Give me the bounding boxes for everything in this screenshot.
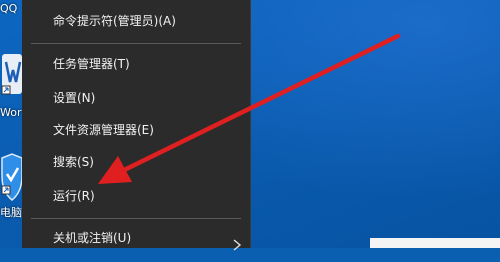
desktop-icon-strip: QQ Wor 电脑 — [0, 0, 24, 248]
desktop-icon-label-qq[interactable]: QQ — [0, 2, 17, 15]
desktop-icon-label-pc[interactable]: 电脑 — [0, 204, 22, 220]
menu-separator — [31, 218, 241, 219]
menu-item-search[interactable]: 搜索(S) — [22, 147, 250, 177]
menu-item-shutdown[interactable]: 关机或注销(U) — [22, 223, 250, 253]
menu-item-cmd-admin[interactable]: 命令提示符(管理员)(A) — [22, 6, 250, 36]
desktop-icon-label-word[interactable]: Wor — [0, 106, 21, 119]
menu-separator — [31, 43, 241, 44]
menu-item-task-manager[interactable]: 任务管理器(T) — [22, 49, 250, 79]
chevron-right-icon — [232, 232, 242, 251]
menu-item-file-explorer[interactable]: 文件资源管理器(E) — [22, 115, 250, 145]
menu-item-settings[interactable]: 设置(N) — [22, 83, 250, 113]
winx-context-menu: 命令提示符(管理员)(A) 任务管理器(T) 设置(N) 文件资源管理器(E) … — [22, 0, 251, 251]
menu-item-run[interactable]: 运行(R) — [22, 181, 250, 211]
pc-manager-icon[interactable] — [0, 152, 23, 202]
window-edge-strip — [370, 238, 500, 248]
menu-item-shutdown-label: 关机或注销(U) — [53, 231, 132, 245]
word-icon[interactable] — [0, 52, 22, 98]
